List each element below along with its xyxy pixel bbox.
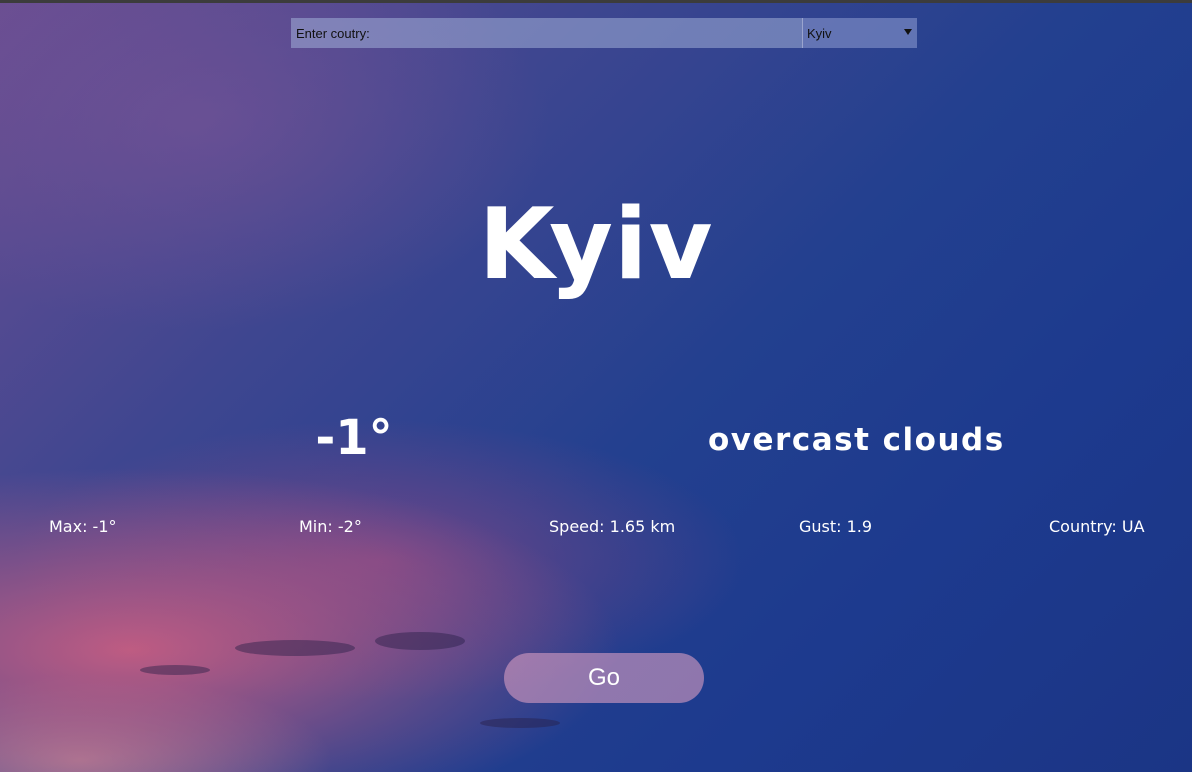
country-input[interactable] — [291, 18, 802, 48]
wind-speed: Speed: 1.65 km — [549, 517, 676, 536]
cloud-shape — [480, 718, 560, 728]
cloud-shape — [375, 632, 465, 650]
city-select[interactable]: Kyiv — [802, 18, 917, 48]
cloud-shape — [140, 665, 210, 675]
weather-description: overcast clouds — [708, 422, 1005, 458]
city-select-wrapper: Kyiv — [802, 18, 917, 48]
min-temperature: Min: -2° — [299, 517, 362, 536]
window-top-border — [0, 0, 1192, 3]
go-button[interactable]: Go — [504, 653, 704, 703]
cloud-shape — [235, 640, 355, 656]
search-bar: Kyiv — [291, 18, 917, 48]
wind-gust: Gust: 1.9 — [799, 517, 873, 536]
max-temperature: Max: -1° — [49, 517, 117, 536]
city-title: Kyiv — [478, 188, 714, 302]
current-temperature: -1° — [315, 410, 393, 466]
country-code: Country: UA — [1049, 517, 1145, 536]
